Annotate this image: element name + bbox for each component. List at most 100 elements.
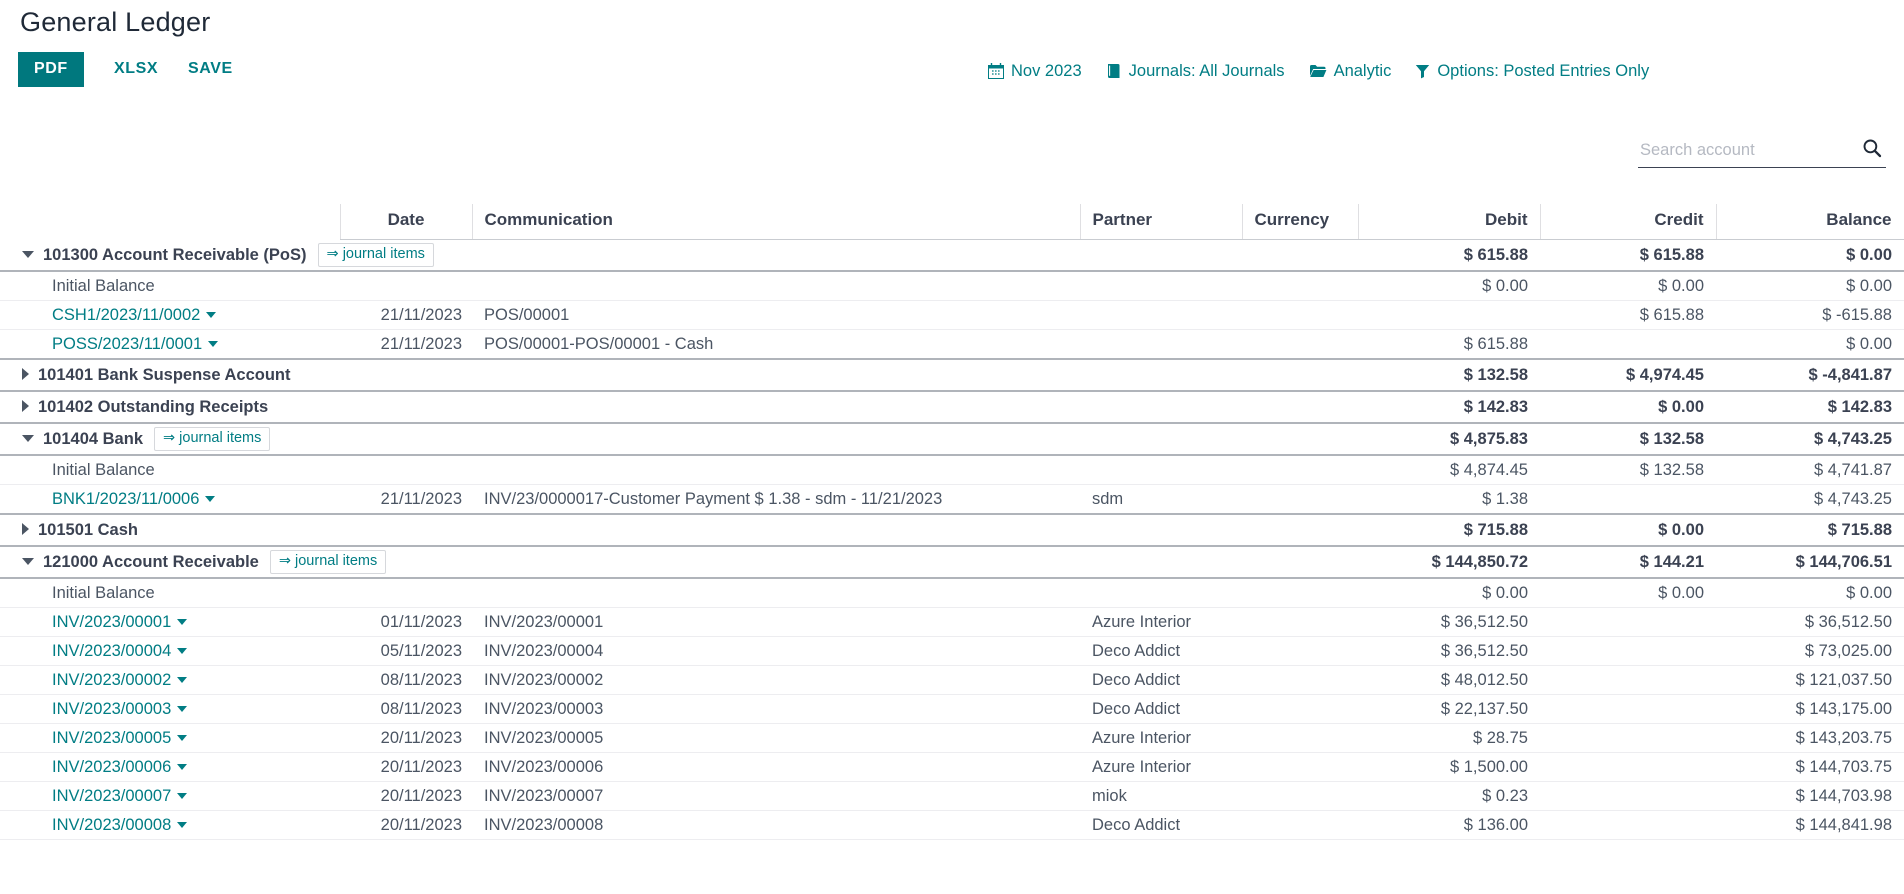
communication-cell: POS/00001 (472, 301, 1080, 330)
chevron-down-icon[interactable] (177, 677, 187, 683)
credit-cell (1540, 695, 1716, 724)
general-ledger-page: General Ledger PDF XLSX SAVE Nov 2023 Jo… (0, 0, 1904, 894)
table-header: Date Communication Partner Currency Debi… (0, 204, 1904, 240)
filter-options[interactable]: Options: Posted Entries Only (1415, 63, 1649, 80)
caret-down-icon[interactable] (22, 251, 34, 258)
balance-cell: $ -615.88 (1716, 301, 1904, 330)
communication-cell: INV/2023/00006 (472, 753, 1080, 782)
move-link[interactable]: INV/2023/00005 (52, 729, 187, 747)
communication-cell (472, 271, 1080, 301)
account-row[interactable]: 121000 Account Receivable⇒ journal items… (0, 546, 1904, 578)
move-link[interactable]: INV/2023/00006 (52, 758, 187, 776)
journal-items-badge[interactable]: ⇒ journal items (270, 550, 386, 574)
account-row[interactable]: 101501 Cash$ 715.88$ 0.00$ 715.88 (0, 514, 1904, 546)
debit-cell: $ 0.00 (1358, 578, 1540, 608)
folder-icon (1309, 63, 1327, 79)
chevron-down-icon[interactable] (177, 822, 187, 828)
chevron-down-icon[interactable] (177, 619, 187, 625)
partner-cell: Deco Addict (1080, 811, 1242, 840)
communication-cell: INV/2023/00001 (472, 608, 1080, 637)
balance-cell: $ 144,703.75 (1716, 753, 1904, 782)
account-row[interactable]: 101404 Bank⇒ journal items$ 4,875.83$ 13… (0, 423, 1904, 455)
credit-cell: $ 132.58 (1540, 423, 1716, 455)
move-link[interactable]: CSH1/2023/11/0002 (52, 306, 216, 324)
move-link[interactable]: BNK1/2023/11/0006 (52, 490, 215, 508)
export-xlsx-button[interactable]: XLSX (104, 52, 168, 87)
filter-journals[interactable]: Journals: All Journals (1106, 63, 1285, 80)
initial-balance-label: Initial Balance (52, 277, 155, 295)
currency-cell (1242, 455, 1358, 485)
move-link[interactable]: INV/2023/00002 (52, 671, 187, 689)
chevron-down-icon[interactable] (206, 312, 216, 318)
filter-bar: Nov 2023 Journals: All Journals Analytic… (988, 52, 1649, 90)
account-row[interactable]: 101402 Outstanding Receipts$ 142.83$ 0.0… (0, 391, 1904, 423)
balance-cell: $ 0.00 (1716, 271, 1904, 301)
date-cell (340, 271, 472, 301)
debit-cell: $ 28.75 (1358, 724, 1540, 753)
move-name-cell: Initial Balance (0, 271, 340, 301)
caret-down-icon[interactable] (22, 435, 34, 442)
account-row[interactable]: 101300 Account Receivable (PoS)⇒ journal… (0, 240, 1904, 272)
table-row: INV/2023/0000308/11/2023INV/2023/00003De… (0, 695, 1904, 724)
caret-right-icon[interactable] (22, 368, 29, 380)
search-input[interactable] (1638, 141, 1862, 160)
move-link[interactable]: INV/2023/00001 (52, 613, 187, 631)
chevron-down-icon[interactable] (208, 341, 218, 347)
communication-cell: INV/2023/00003 (472, 695, 1080, 724)
table-row: INV/2023/0000720/11/2023INV/2023/00007mi… (0, 782, 1904, 811)
date-cell: 01/11/2023 (340, 608, 472, 637)
debit-cell: $ 22,137.50 (1358, 695, 1540, 724)
caret-right-icon[interactable] (22, 523, 29, 535)
journal-items-badge[interactable]: ⇒ journal items (154, 427, 270, 451)
partner-cell: Deco Addict (1080, 666, 1242, 695)
move-name-cell: Initial Balance (0, 455, 340, 485)
caret-right-icon[interactable] (22, 400, 29, 412)
date-cell (340, 578, 472, 608)
calendar-icon (988, 63, 1004, 79)
account-row[interactable]: 101401 Bank Suspense Account$ 132.58$ 4,… (0, 359, 1904, 391)
chevron-down-icon[interactable] (177, 706, 187, 712)
currency-cell (1242, 359, 1358, 391)
debit-cell: $ 615.88 (1358, 330, 1540, 360)
credit-cell: $ 144.21 (1540, 546, 1716, 578)
move-name-cell: BNK1/2023/11/0006 (0, 485, 340, 515)
move-link[interactable]: INV/2023/00003 (52, 700, 187, 718)
chevron-down-icon[interactable] (205, 496, 215, 502)
table-row: INV/2023/0000208/11/2023INV/2023/00002De… (0, 666, 1904, 695)
move-link[interactable]: POSS/2023/11/0001 (52, 335, 218, 353)
journal-items-badge[interactable]: ⇒ journal items (318, 243, 434, 267)
partner-cell: Azure Interior (1080, 724, 1242, 753)
move-name-cell: CSH1/2023/11/0002 (0, 301, 340, 330)
partner-cell: Azure Interior (1080, 753, 1242, 782)
chevron-down-icon[interactable] (177, 764, 187, 770)
filter-date[interactable]: Nov 2023 (988, 63, 1082, 80)
balance-cell: $ 4,743.25 (1716, 485, 1904, 515)
partner-cell: miok (1080, 782, 1242, 811)
move-link[interactable]: INV/2023/00004 (52, 642, 187, 660)
debit-cell: $ 136.00 (1358, 811, 1540, 840)
search-account-container (1638, 138, 1886, 168)
export-pdf-button[interactable]: PDF (18, 52, 84, 87)
caret-down-icon[interactable] (22, 558, 34, 565)
chevron-down-icon[interactable] (177, 648, 187, 654)
save-button[interactable]: SAVE (178, 52, 243, 87)
balance-cell: $ 36,512.50 (1716, 608, 1904, 637)
credit-cell: $ 615.88 (1540, 240, 1716, 272)
column-header-communication: Communication (472, 204, 1080, 240)
filter-journals-label: Journals: All Journals (1129, 63, 1285, 80)
currency-cell (1242, 330, 1358, 360)
date-cell: 21/11/2023 (340, 485, 472, 515)
communication-cell: INV/2023/00002 (472, 666, 1080, 695)
move-link[interactable]: INV/2023/00008 (52, 816, 187, 834)
date-cell (340, 391, 472, 423)
filter-analytic[interactable]: Analytic (1309, 63, 1392, 80)
credit-cell: $ 0.00 (1540, 391, 1716, 423)
chevron-down-icon[interactable] (177, 793, 187, 799)
move-name-cell: INV/2023/00003 (0, 695, 340, 724)
chevron-down-icon[interactable] (177, 735, 187, 741)
currency-cell (1242, 811, 1358, 840)
search-icon[interactable] (1862, 138, 1882, 163)
move-link[interactable]: INV/2023/00007 (52, 787, 187, 805)
balance-cell: $ 142.83 (1716, 391, 1904, 423)
debit-cell: $ 144,850.72 (1358, 546, 1540, 578)
